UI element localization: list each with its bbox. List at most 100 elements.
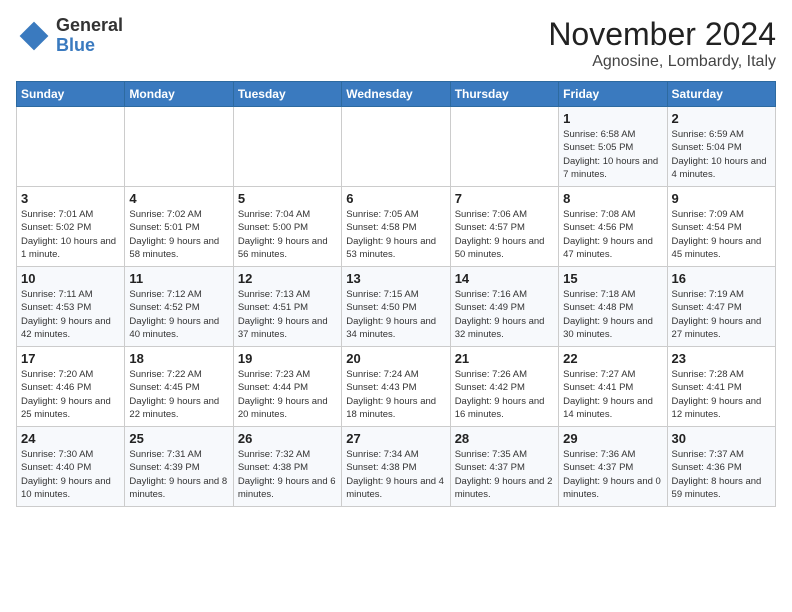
day-number: 3 xyxy=(21,191,120,206)
title-area: November 2024 Agnosine, Lombardy, Italy xyxy=(548,16,776,71)
col-sunday: Sunday xyxy=(17,82,125,107)
day-info: Sunrise: 6:58 AMSunset: 5:05 PMDaylight:… xyxy=(563,128,662,181)
day-info: Sunrise: 7:28 AMSunset: 4:41 PMDaylight:… xyxy=(672,368,771,421)
day-info: Sunrise: 7:09 AMSunset: 4:54 PMDaylight:… xyxy=(672,208,771,261)
day-number: 4 xyxy=(129,191,228,206)
day-number: 7 xyxy=(455,191,554,206)
day-number: 10 xyxy=(21,271,120,286)
day-info: Sunrise: 7:02 AMSunset: 5:01 PMDaylight:… xyxy=(129,208,228,261)
calendar-cell: 25 Sunrise: 7:31 AMSunset: 4:39 PMDayligh… xyxy=(125,427,233,507)
calendar-cell: 17 Sunrise: 7:20 AMSunset: 4:46 PMDayligh… xyxy=(17,347,125,427)
calendar-cell: 6 Sunrise: 7:05 AMSunset: 4:58 PMDaylight… xyxy=(342,187,450,267)
day-info: Sunrise: 7:20 AMSunset: 4:46 PMDaylight:… xyxy=(21,368,120,421)
day-number: 11 xyxy=(129,271,228,286)
day-number: 17 xyxy=(21,351,120,366)
calendar-week-2: 3 Sunrise: 7:01 AMSunset: 5:02 PMDaylight… xyxy=(17,187,776,267)
logo-icon xyxy=(16,18,52,54)
day-info: Sunrise: 7:30 AMSunset: 4:40 PMDaylight:… xyxy=(21,448,120,501)
calendar-cell: 2 Sunrise: 6:59 AMSunset: 5:04 PMDaylight… xyxy=(667,107,775,187)
col-saturday: Saturday xyxy=(667,82,775,107)
day-info: Sunrise: 7:22 AMSunset: 4:45 PMDaylight:… xyxy=(129,368,228,421)
calendar-cell: 11 Sunrise: 7:12 AMSunset: 4:52 PMDayligh… xyxy=(125,267,233,347)
calendar-cell: 8 Sunrise: 7:08 AMSunset: 4:56 PMDaylight… xyxy=(559,187,667,267)
calendar-cell: 13Sunrise: 7:15 AMSunset: 4:50 PMDayligh… xyxy=(342,267,450,347)
calendar-cell: 22Sunrise: 7:27 AMSunset: 4:41 PMDayligh… xyxy=(559,347,667,427)
calendar-week-1: 1 Sunrise: 6:58 AMSunset: 5:05 PMDaylight… xyxy=(17,107,776,187)
day-info: Sunrise: 7:05 AMSunset: 4:58 PMDaylight:… xyxy=(346,208,445,261)
day-number: 2 xyxy=(672,111,771,126)
day-number: 12 xyxy=(238,271,337,286)
day-info: Sunrise: 7:32 AMSunset: 4:38 PMDaylight:… xyxy=(238,448,337,501)
day-number: 1 xyxy=(563,111,662,126)
day-info: Sunrise: 7:24 AMSunset: 4:43 PMDaylight:… xyxy=(346,368,445,421)
calendar-cell: 20Sunrise: 7:24 AMSunset: 4:43 PMDayligh… xyxy=(342,347,450,427)
day-info: Sunrise: 7:04 AMSunset: 5:00 PMDaylight:… xyxy=(238,208,337,261)
calendar-cell: 24 Sunrise: 7:30 AMSunset: 4:40 PMDayligh… xyxy=(17,427,125,507)
col-monday: Monday xyxy=(125,82,233,107)
logo-general-text: General xyxy=(56,16,123,36)
calendar-cell xyxy=(125,107,233,187)
day-info: Sunrise: 7:36 AMSunset: 4:37 PMDaylight:… xyxy=(563,448,662,501)
day-number: 24 xyxy=(21,431,120,446)
calendar-cell: 19Sunrise: 7:23 AMSunset: 4:44 PMDayligh… xyxy=(233,347,341,427)
day-info: Sunrise: 6:59 AMSunset: 5:04 PMDaylight:… xyxy=(672,128,771,181)
day-info: Sunrise: 7:19 AMSunset: 4:47 PMDaylight:… xyxy=(672,288,771,341)
day-number: 23 xyxy=(672,351,771,366)
day-number: 26 xyxy=(238,431,337,446)
calendar-cell: 7 Sunrise: 7:06 AMSunset: 4:57 PMDaylight… xyxy=(450,187,558,267)
calendar-cell: 26 Sunrise: 7:32 AMSunset: 4:38 PMDayligh… xyxy=(233,427,341,507)
day-number: 19 xyxy=(238,351,337,366)
day-number: 5 xyxy=(238,191,337,206)
calendar-cell: 14Sunrise: 7:16 AMSunset: 4:49 PMDayligh… xyxy=(450,267,558,347)
calendar-cell: 16 Sunrise: 7:19 AMSunset: 4:47 PMDayligh… xyxy=(667,267,775,347)
day-info: Sunrise: 7:26 AMSunset: 4:42 PMDaylight:… xyxy=(455,368,554,421)
day-number: 6 xyxy=(346,191,445,206)
calendar-cell xyxy=(342,107,450,187)
calendar-cell: 3 Sunrise: 7:01 AMSunset: 5:02 PMDaylight… xyxy=(17,187,125,267)
day-info: Sunrise: 7:11 AMSunset: 4:53 PMDaylight:… xyxy=(21,288,120,341)
location-title: Agnosine, Lombardy, Italy xyxy=(548,53,776,71)
day-number: 25 xyxy=(129,431,228,446)
day-info: Sunrise: 7:35 AMSunset: 4:37 PMDaylight:… xyxy=(455,448,554,501)
calendar-cell: 12Sunrise: 7:13 AMSunset: 4:51 PMDayligh… xyxy=(233,267,341,347)
day-info: Sunrise: 7:34 AMSunset: 4:38 PMDaylight:… xyxy=(346,448,445,501)
day-number: 18 xyxy=(129,351,228,366)
calendar-cell: 5 Sunrise: 7:04 AMSunset: 5:00 PMDaylight… xyxy=(233,187,341,267)
calendar-cell xyxy=(17,107,125,187)
calendar-cell: 21 Sunrise: 7:26 AMSunset: 4:42 PMDayligh… xyxy=(450,347,558,427)
header: General Blue November 2024 Agnosine, Lom… xyxy=(16,16,776,71)
day-info: Sunrise: 7:37 AMSunset: 4:36 PMDaylight:… xyxy=(672,448,771,501)
col-tuesday: Tuesday xyxy=(233,82,341,107)
calendar-cell xyxy=(233,107,341,187)
day-info: Sunrise: 7:31 AMSunset: 4:39 PMDaylight:… xyxy=(129,448,228,501)
calendar-week-5: 24 Sunrise: 7:30 AMSunset: 4:40 PMDayligh… xyxy=(17,427,776,507)
day-number: 8 xyxy=(563,191,662,206)
calendar-cell: 23 Sunrise: 7:28 AMSunset: 4:41 PMDayligh… xyxy=(667,347,775,427)
header-row: Sunday Monday Tuesday Wednesday Thursday… xyxy=(17,82,776,107)
calendar-cell: 29 Sunrise: 7:36 AMSunset: 4:37 PMDayligh… xyxy=(559,427,667,507)
day-number: 22 xyxy=(563,351,662,366)
calendar-cell: 18 Sunrise: 7:22 AMSunset: 4:45 PMDayligh… xyxy=(125,347,233,427)
day-number: 21 xyxy=(455,351,554,366)
logo: General Blue xyxy=(16,16,123,56)
calendar-cell: 1 Sunrise: 6:58 AMSunset: 5:05 PMDaylight… xyxy=(559,107,667,187)
day-number: 16 xyxy=(672,271,771,286)
col-friday: Friday xyxy=(559,82,667,107)
logo-text: General Blue xyxy=(56,16,123,56)
day-info: Sunrise: 7:06 AMSunset: 4:57 PMDaylight:… xyxy=(455,208,554,261)
day-info: Sunrise: 7:12 AMSunset: 4:52 PMDaylight:… xyxy=(129,288,228,341)
day-info: Sunrise: 7:08 AMSunset: 4:56 PMDaylight:… xyxy=(563,208,662,261)
calendar-cell: 30Sunrise: 7:37 AMSunset: 4:36 PMDayligh… xyxy=(667,427,775,507)
day-info: Sunrise: 7:01 AMSunset: 5:02 PMDaylight:… xyxy=(21,208,120,261)
day-info: Sunrise: 7:16 AMSunset: 4:49 PMDaylight:… xyxy=(455,288,554,341)
col-thursday: Thursday xyxy=(450,82,558,107)
calendar-body: 1 Sunrise: 6:58 AMSunset: 5:05 PMDaylight… xyxy=(17,107,776,507)
calendar-header: Sunday Monday Tuesday Wednesday Thursday… xyxy=(17,82,776,107)
calendar-cell: 10 Sunrise: 7:11 AMSunset: 4:53 PMDayligh… xyxy=(17,267,125,347)
calendar-cell xyxy=(450,107,558,187)
day-number: 27 xyxy=(346,431,445,446)
day-number: 29 xyxy=(563,431,662,446)
calendar-cell: 28 Sunrise: 7:35 AMSunset: 4:37 PMDayligh… xyxy=(450,427,558,507)
day-number: 28 xyxy=(455,431,554,446)
day-info: Sunrise: 7:18 AMSunset: 4:48 PMDaylight:… xyxy=(563,288,662,341)
